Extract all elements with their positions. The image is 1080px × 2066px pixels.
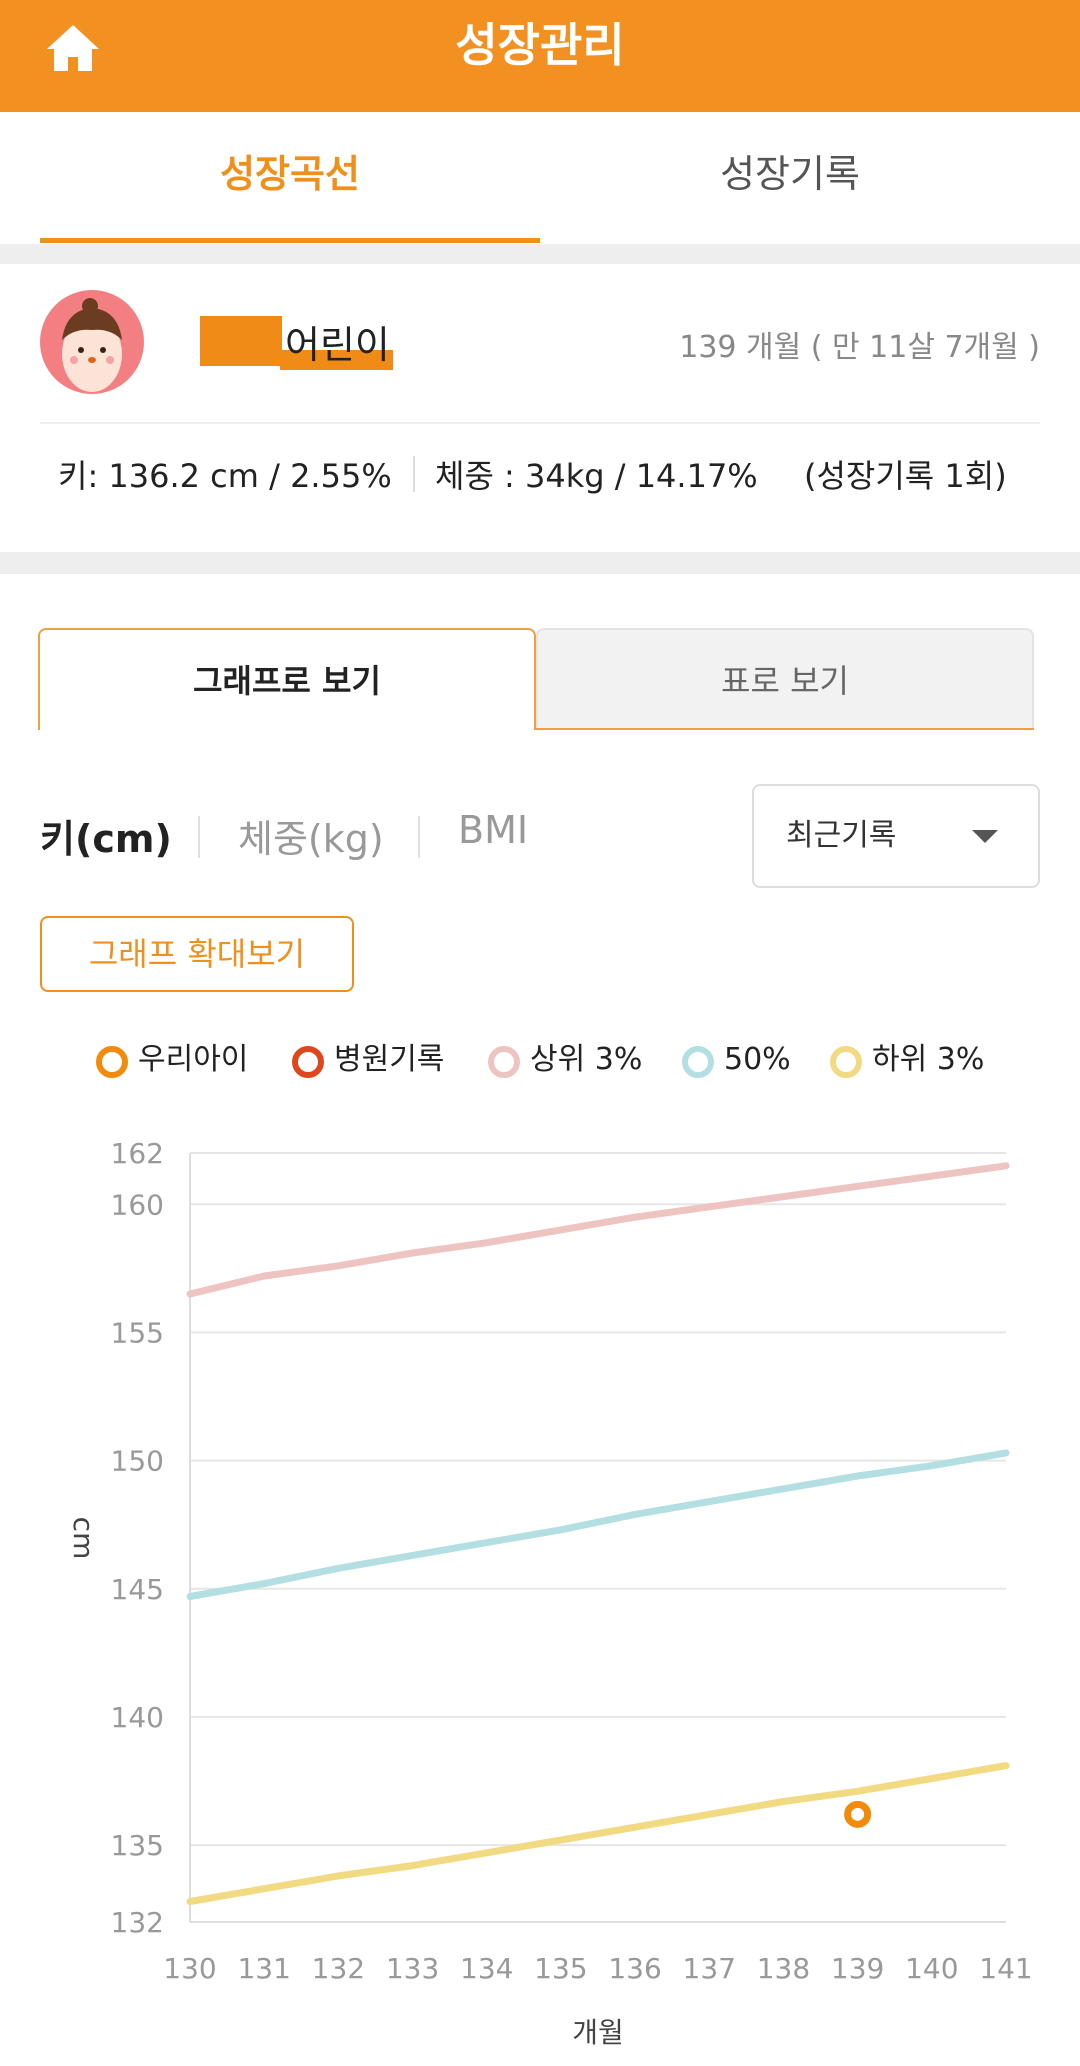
metric-tab-height[interactable]: 키(cm)	[40, 808, 172, 863]
y-tick-label: 145	[111, 1573, 164, 1606]
stat-separator	[413, 456, 415, 492]
redacted-name-block	[200, 316, 282, 366]
graph-zoom-button[interactable]: 그래프 확대보기	[40, 916, 354, 992]
child-avatar-icon	[40, 290, 144, 394]
x-tick-label: 140	[905, 1952, 958, 1985]
metric-tab-weight[interactable]: 체중(kg)	[238, 808, 384, 863]
y-tick-label: 135	[111, 1829, 164, 1862]
x-tick-label: 131	[237, 1952, 290, 1985]
x-tick-label: 139	[831, 1952, 884, 1985]
x-tick-label: 141	[979, 1952, 1032, 1985]
height-stat: 키: 136.2 cm / 2.55%	[58, 457, 392, 495]
series-line	[186, 1449, 1010, 1600]
x-tick-label: 135	[534, 1952, 587, 1985]
legend-marker-icon	[488, 1046, 520, 1078]
y-tick-label: 140	[111, 1701, 164, 1734]
y-tick-label: 150	[111, 1445, 164, 1478]
child-age: 139 개월 ( 만 11살 7개월 )	[679, 330, 1040, 365]
legend-marker-icon	[682, 1046, 714, 1078]
tab-table-view[interactable]: 표로 보기	[536, 628, 1034, 730]
profile-divider	[40, 422, 1040, 424]
x-axis-label: 개월	[572, 2016, 624, 2049]
series-line	[186, 1762, 1010, 1905]
legend-label: 우리아이	[138, 1042, 249, 1077]
growth-chart: 132 135 140 145 150 155 160 162 130 131 132 133 134 1…	[67, 1137, 1033, 2049]
x-tick-label: 133	[386, 1952, 439, 1985]
series-line	[186, 1162, 1010, 1298]
x-tick-label: 136	[608, 1952, 661, 1985]
chevron-down-icon	[972, 830, 998, 843]
y-tick-label: 162	[111, 1137, 164, 1170]
tab-growth-curve[interactable]: 성장곡선	[40, 112, 540, 244]
y-tick-label: 155	[111, 1316, 164, 1349]
x-tick-label: 130	[163, 1952, 216, 1985]
x-tick-label: 138	[757, 1952, 810, 1985]
x-tick-label: 137	[683, 1952, 736, 1985]
tab-growth-records[interactable]: 성장기록	[540, 112, 1040, 244]
page-title: 성장관리	[455, 18, 625, 72]
legend-label: 하위 3%	[872, 1042, 985, 1077]
app-header: 성장관리	[0, 0, 1080, 112]
y-axis-label: cm	[67, 1517, 100, 1560]
legend-marker-icon	[830, 1046, 862, 1078]
legend-label: 상위 3%	[530, 1042, 643, 1077]
section-divider	[0, 244, 1080, 264]
metric-separator	[418, 816, 420, 858]
record-filter-select[interactable]: 최근기록	[752, 784, 1040, 888]
y-tick-label: 160	[111, 1188, 164, 1221]
data-point	[844, 1800, 872, 1828]
tab-graph-view[interactable]: 그래프로 보기	[38, 628, 536, 730]
metric-tab-bmi[interactable]: BMI	[458, 808, 528, 852]
y-tick-label: 132	[111, 1906, 164, 1939]
legend-label: 병원기록	[334, 1042, 445, 1077]
record-count: (성장기록 1회)	[804, 457, 1007, 495]
weight-stat: 체중 : 34kg / 14.17%	[435, 457, 758, 495]
legend-label: 50%	[724, 1042, 791, 1077]
record-filter-value: 최근기록	[786, 818, 897, 853]
legend-marker-icon	[292, 1046, 324, 1078]
x-tick-label: 134	[460, 1952, 513, 1985]
main-tabs: 성장곡선 성장기록	[0, 112, 1080, 244]
metric-separator	[198, 816, 200, 858]
legend-marker-icon	[96, 1046, 128, 1078]
section-divider	[0, 552, 1080, 574]
x-tick-label: 132	[312, 1952, 365, 1985]
child-name-suffix: 어린이	[285, 323, 390, 367]
active-tab-indicator	[40, 238, 540, 243]
view-tab-baseline	[536, 728, 1034, 730]
